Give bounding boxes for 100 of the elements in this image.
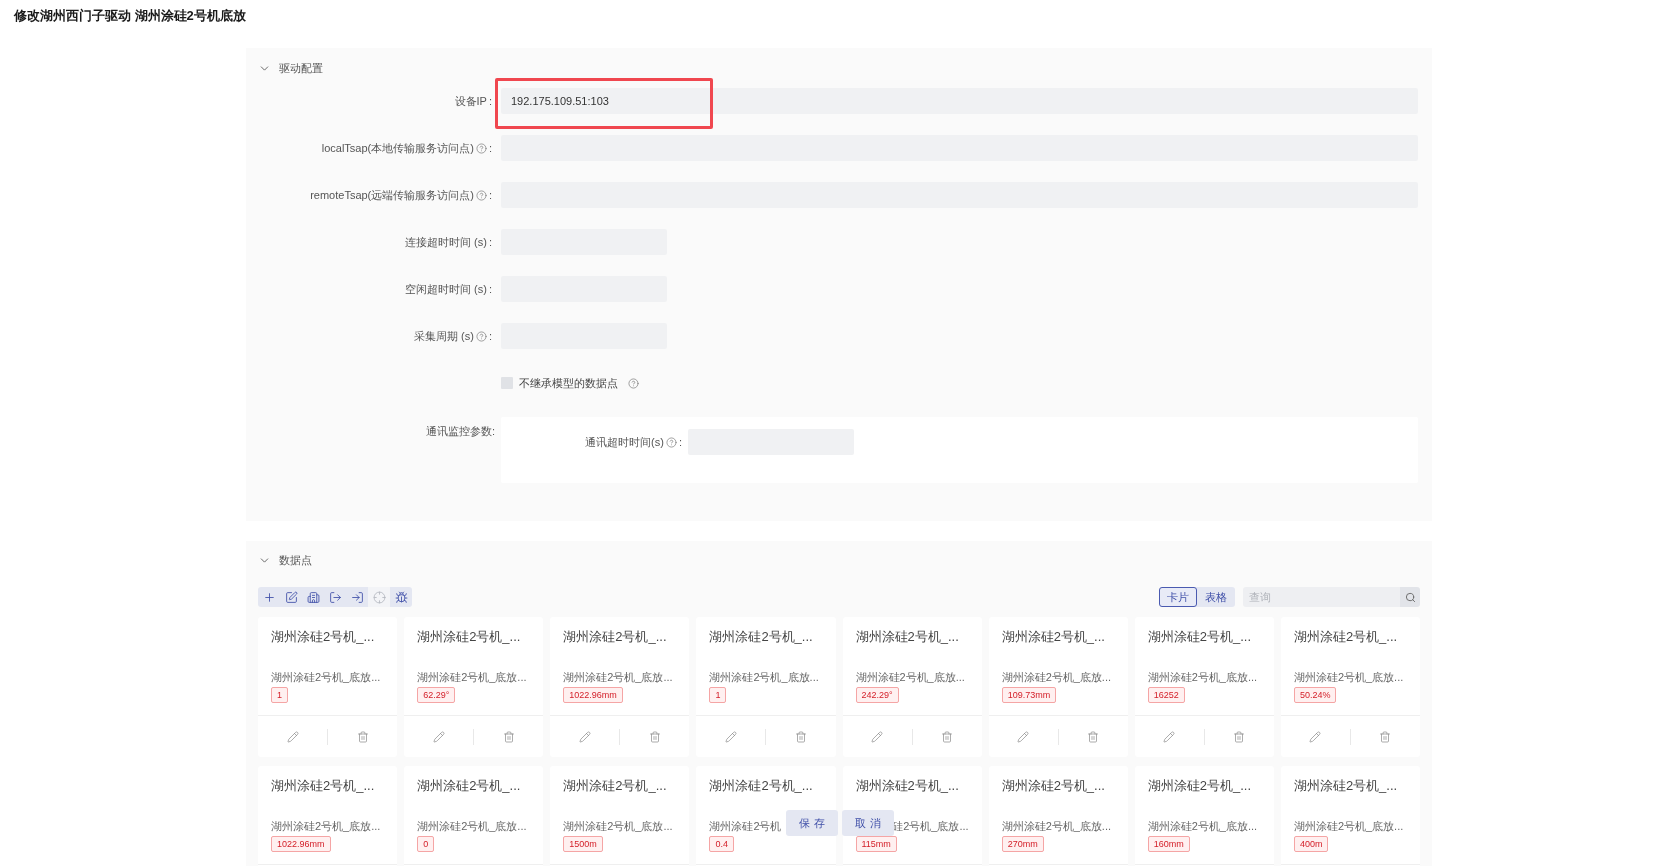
page-title: 修改湖州西门子驱动 湖州涂硅2号机底放	[14, 7, 246, 25]
card-subtitle: 湖州涂硅2号机_底放...	[271, 818, 381, 834]
value-tag: 270mm	[1001, 836, 1044, 852]
colon: :	[488, 93, 492, 109]
edit-icon[interactable]	[724, 730, 737, 743]
value-tag: 0.4	[709, 836, 734, 852]
value-tag: 109.73mm	[1001, 687, 1057, 703]
card-subtitle: 湖州涂硅2号机_底放...	[1001, 818, 1112, 834]
card-title: 湖州涂硅2号机_...	[1147, 777, 1253, 795]
data-point-card[interactable]: 湖州涂硅2号机_... 湖州涂硅2号机_底放... 1	[696, 617, 836, 757]
card-subtitle: 湖州涂硅2号机_底放...	[1293, 818, 1404, 834]
value-tag: 115mm	[855, 836, 897, 852]
edit-icon[interactable]	[1163, 730, 1176, 743]
card-subtitle: 湖州涂硅2号机_底放...	[855, 669, 965, 685]
card-title: 湖州涂硅2号机_...	[417, 628, 522, 646]
colon: :	[491, 424, 495, 439]
delete-icon[interactable]	[502, 730, 515, 743]
card-title: 湖州涂硅2号机_...	[271, 628, 376, 646]
value-tag: 160mm	[1147, 836, 1190, 852]
edit-icon[interactable]	[432, 730, 445, 743]
value-tag: 50.24%	[1293, 687, 1337, 703]
card-title: 湖州涂硅2号机_...	[1293, 777, 1399, 795]
edit-icon[interactable]	[871, 730, 884, 743]
card-subtitle: 湖州涂硅2号机_底放...	[709, 669, 819, 685]
edit-icon[interactable]	[1309, 730, 1322, 743]
action-button[interactable]: 保 存	[786, 810, 838, 836]
value-tag: 62.29°	[417, 687, 456, 703]
text-field[interactable]: 192.175.109.51:103	[501, 88, 1418, 114]
value-tag: 1	[271, 687, 288, 703]
value-tag: 0	[417, 836, 435, 852]
card-title: 湖州涂硅2号机_...	[563, 628, 668, 646]
value-tag: 1500m	[563, 836, 603, 852]
card-title: 湖州涂硅2号机_...	[709, 777, 814, 795]
field-label: remoteTsap(远端传输服务访问点)	[310, 187, 474, 203]
data-point-card[interactable]: 湖州涂硅2号机_... 湖州涂硅2号机_底放... 0	[404, 766, 544, 866]
colon: :	[678, 434, 682, 450]
data-point-card[interactable]: 湖州涂硅2号机_... 湖州涂硅2号机_底放... 109.73mm	[988, 617, 1128, 757]
card-subtitle: 湖州涂硅2号机_底放...	[563, 669, 673, 685]
card-title: 湖州涂硅2号机_...	[1001, 628, 1106, 646]
view-tab[interactable]: 卡片	[1159, 587, 1197, 607]
delete-icon[interactable]	[1087, 730, 1100, 743]
field-label: 通讯监控参数	[425, 424, 492, 439]
delete-icon[interactable]	[648, 730, 661, 743]
data-point-card[interactable]: 湖州涂硅2号机_... 湖州涂硅2号机_底放... 1022.96mm	[258, 766, 398, 866]
checkbox-label: 不继承模型的数据点	[519, 375, 618, 391]
card-subtitle: 湖州涂硅2号机	[709, 818, 782, 834]
section-title: 数据点	[279, 552, 312, 568]
card-title: 湖州涂硅2号机_...	[1001, 777, 1106, 795]
card-title: 湖州涂硅2号机_...	[709, 628, 814, 646]
search-icon	[1404, 591, 1416, 603]
field-label: 采集周期 (s)	[414, 328, 474, 344]
field-label: 连接超时时间 (s)	[405, 234, 487, 250]
value-tag: 16252	[1147, 687, 1185, 703]
edit-icon[interactable]	[1017, 730, 1030, 743]
card-title: 湖州涂硅2号机_...	[1147, 628, 1253, 646]
colon: :	[488, 187, 492, 203]
delete-icon[interactable]	[1233, 730, 1246, 743]
card-title: 湖州涂硅2号机_...	[855, 628, 960, 646]
card-subtitle: 湖州涂硅2号机_底放...	[1001, 669, 1112, 685]
card-title: 湖州涂硅2号机_...	[563, 777, 668, 795]
search-button[interactable]	[1400, 587, 1420, 607]
field-label: 设备IP	[454, 93, 487, 109]
data-point-card[interactable]: 湖州涂硅2号机_... 湖州涂硅2号机_底放... 1022.96mm	[550, 617, 690, 757]
card-subtitle: 湖州涂硅2号机_底放...	[417, 669, 527, 685]
delete-icon[interactable]	[794, 730, 807, 743]
field-label: 通讯超时时间(s)	[585, 434, 664, 450]
checkbox[interactable]	[501, 377, 513, 389]
section-title: 驱动配置	[279, 60, 323, 76]
card-subtitle: 湖州涂硅2号机_底放...	[1147, 818, 1258, 834]
field-label: localTsap(本地传输服务访问点)	[321, 140, 474, 156]
delete-icon[interactable]	[941, 730, 954, 743]
card-title: 湖州涂硅2号机_...	[855, 777, 960, 795]
card-subtitle: 湖州涂硅2号机_底放...	[271, 669, 381, 685]
colon: :	[488, 234, 492, 250]
data-point-card[interactable]: 湖州涂硅2号机_... 湖州涂硅2号机_底放... 160mm	[1134, 766, 1274, 866]
data-point-card[interactable]: 湖州涂硅2号机_... 湖州涂硅2号机_底放... 50.24%	[1280, 617, 1420, 757]
edit-icon[interactable]	[286, 730, 299, 743]
card-title: 湖州涂硅2号机_...	[1293, 628, 1399, 646]
value-tag: 1022.96mm	[271, 836, 331, 852]
data-point-card[interactable]: 湖州涂硅2号机_... 湖州涂硅2号机_底放... 16252	[1134, 617, 1274, 757]
edit-icon[interactable]	[578, 730, 591, 743]
card-title: 湖州涂硅2号机_...	[417, 777, 522, 795]
data-point-card[interactable]: 湖州涂硅2号机_... 湖州涂硅2号机_底放... 1500m	[550, 766, 690, 866]
delete-icon[interactable]	[1379, 730, 1392, 743]
card-subtitle: 湖州涂硅2号机_底放...	[563, 818, 673, 834]
delete-icon[interactable]	[356, 730, 369, 743]
data-point-card[interactable]: 湖州涂硅2号机_... 湖州涂硅2号机_底放... 242.29°	[842, 617, 982, 757]
card-subtitle: 湖州涂硅2号机_底放...	[1147, 669, 1258, 685]
card-title: 湖州涂硅2号机_...	[271, 777, 376, 795]
card-subtitle: 湖州涂硅2号机_底放...	[417, 818, 527, 834]
value-tag: 242.29°	[855, 687, 899, 703]
card-subtitle: 湖州涂硅2号机_底放...	[1293, 669, 1404, 685]
action-button[interactable]: 取 消	[842, 810, 894, 836]
data-point-card[interactable]: 湖州涂硅2号机_... 湖州涂硅2号机_底放... 1	[258, 617, 398, 757]
data-point-card[interactable]: 湖州涂硅2号机_... 湖州涂硅2号机_底放... 270mm	[988, 766, 1128, 866]
data-point-card[interactable]: 湖州涂硅2号机_... 湖州涂硅2号机_底放... 62.29°	[404, 617, 544, 757]
data-point-card[interactable]: 湖州涂硅2号机_... 湖州涂硅2号机_底放... 400m	[1280, 766, 1420, 866]
view-tab[interactable]: 表格	[1197, 587, 1235, 607]
colon: :	[488, 140, 492, 156]
value-tag: 1022.96mm	[563, 687, 623, 703]
